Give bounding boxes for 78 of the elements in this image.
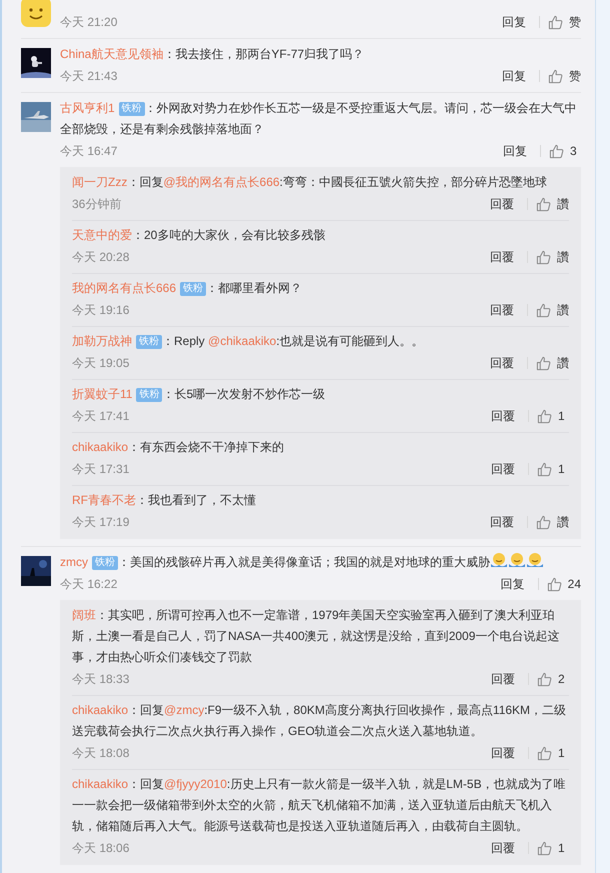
thumbs-up-icon xyxy=(536,356,551,370)
comment-text: chikaakiko：有东西会烧不干净掉下来的 xyxy=(72,439,286,456)
timestamp: 今天 16:22 xyxy=(60,576,118,592)
like-button[interactable]: 赞 xyxy=(548,68,581,84)
reply-link[interactable]: 回覆 xyxy=(490,302,514,318)
fan-badge: 铁粉 xyxy=(92,556,118,570)
comment-text: chikaakiko：回复@zmcy:F9一级不入轨，80KM高度分离执行回收操作，最高点116KM，二级送完载荷会执行二次点火执行再入操作，GEO轨道会二次点火送入墓地轨道。 xyxy=(72,702,568,740)
timestamp: 今天 18:33 xyxy=(72,670,130,688)
reply-link[interactable]: 回复 xyxy=(502,68,526,84)
comment-text: 加勒万战神 铁粉 ：Reply @chikaakiko:也就是说有可能砸到人。。 xyxy=(72,333,425,351)
shrug-emoji-icon xyxy=(526,552,544,569)
thumbs-up-icon xyxy=(546,576,562,592)
timestamp: 今天 17:41 xyxy=(72,408,130,424)
timestamp: 今天 21:43 xyxy=(60,68,118,84)
smiley-avatar-icon xyxy=(21,0,51,27)
timestamp: 今天 21:20 xyxy=(60,14,118,30)
like-button[interactable]: 1 xyxy=(537,746,569,760)
like-button[interactable]: 3 xyxy=(549,144,581,158)
timestamp: 今天 19:16 xyxy=(72,302,130,318)
like-button[interactable]: 讚 xyxy=(536,354,569,372)
timestamp: 今天 17:19 xyxy=(72,514,130,530)
thumbs-up-icon xyxy=(549,144,564,158)
fan-badge: 铁粉 xyxy=(136,388,162,402)
shrug-emoji-icon xyxy=(508,552,526,569)
thumbs-up-icon xyxy=(548,68,563,84)
fan-badge: 铁粉 xyxy=(118,102,145,116)
like-button[interactable]: 2 xyxy=(537,672,569,686)
like-button[interactable]: 1 xyxy=(537,840,569,856)
thumbs-up-icon xyxy=(537,840,552,856)
like-button[interactable]: 1 xyxy=(537,462,569,476)
timestamp: 36分钟前 xyxy=(72,196,122,212)
reply-link[interactable]: 回覆 xyxy=(490,248,514,266)
thumbs-up-icon xyxy=(536,514,551,530)
reply-link[interactable]: 回复 xyxy=(500,576,525,592)
comment-text: 天意中的爱：20多吨的大家伙，会有比较多残骸 xyxy=(72,227,326,244)
thumbs-up-icon xyxy=(536,302,551,318)
like-button[interactable]: 1 xyxy=(537,408,569,424)
timestamp: 今天 16:47 xyxy=(60,142,118,160)
comment-text: RF青春不老：我也看到了，不太懂 xyxy=(72,492,257,509)
comment-text: China航天意见领袖：我去接住，那两台YF-77归我了吗？ xyxy=(60,46,366,63)
thumbs-up-icon xyxy=(548,14,563,30)
thumbs-up-icon xyxy=(537,746,552,760)
timestamp: 今天 20:28 xyxy=(72,248,130,266)
reply-link[interactable]: 回复 xyxy=(502,14,526,30)
comment-text: chikaakiko：回复@fjyyy2010:历史上只有一款火箭是一级半入轨，就是LM-5B，也就成为了唯一一款会把一级储箱带到外太空的火箭，航天飞机储箱不加满，送入亚轨道后由航天飞机入轨，储箱随后再入大气。能源号送载荷也是投送入亚轨道随后再入，由载荷自主圆轨。 xyxy=(72,776,567,835)
reply-link[interactable]: 回覆 xyxy=(491,408,515,424)
comment-text: zmcy 铁粉 ：美国的残骸碎片再入就是美得像童话；我国的就是对地球的重大威胁 xyxy=(60,552,581,573)
like-button[interactable]: 赞 xyxy=(548,14,581,30)
thumbs-up-icon xyxy=(536,250,551,264)
reply-link[interactable]: 回覆 xyxy=(490,354,514,372)
thumbs-up-icon xyxy=(537,408,552,424)
reply-link[interactable]: 回覆 xyxy=(491,744,515,762)
fan-badge: 铁粉 xyxy=(136,335,162,349)
like-button[interactable]: 讚 xyxy=(536,514,569,530)
like-button[interactable]: 讚 xyxy=(536,248,569,266)
comment-text: 古风亨利1 铁粉 ：外网敌对势力在炒作长五芯一级是不受控重返大气层。请问，芯一级会在大气中全部烧毁，还是有剩余残骸掉落地面？ xyxy=(60,100,578,138)
comment-text: 阔班：其实吧，所谓可控再入也不一定靠谱，1979年美国天空实验室再入砸到了澳大利亚珀斯，土澳一看是自己人，罚了NASA一共400澳元，就这愣是没给，直到2009一个电台说起这事，才由热心听众们凑钱交了罚款 xyxy=(72,607,560,666)
reply-link[interactable]: 回复 xyxy=(503,142,527,160)
comment-text: 折翼蚊子11 铁粉 ：长5哪一次发射不炒作芯一级 xyxy=(72,386,326,404)
fan-badge: 铁粉 xyxy=(180,282,206,296)
reply-link[interactable]: 回覆 xyxy=(491,460,515,478)
thumbs-up-icon xyxy=(537,672,552,686)
reply-link[interactable]: 回覆 xyxy=(491,670,515,688)
like-button[interactable]: 讚 xyxy=(536,302,569,318)
timestamp: 今天 17:31 xyxy=(72,460,130,478)
reply-link[interactable]: 回覆 xyxy=(490,514,514,530)
thumbs-up-icon xyxy=(537,462,552,476)
like-button[interactable]: 讚 xyxy=(536,196,569,212)
thumbs-up-icon xyxy=(536,196,551,212)
reply-link[interactable]: 回覆 xyxy=(491,840,515,856)
reply-link[interactable]: 回覆 xyxy=(490,196,514,212)
shrug-emoji-icon xyxy=(490,552,508,569)
comment-text: 我的网名有点长666 铁粉 ：都哪里看外网？ xyxy=(72,280,304,298)
timestamp: 今天 18:08 xyxy=(72,744,130,762)
comment-text: 闻一刀Zzz：回复@我的网名有点长666:弯弯：中國長征五號火箭失控，部分碎片恐墜地球 xyxy=(72,174,548,191)
like-button[interactable]: 24 xyxy=(546,576,581,592)
timestamp: 今天 19:05 xyxy=(72,354,130,372)
timestamp: 今天 18:06 xyxy=(72,840,130,856)
